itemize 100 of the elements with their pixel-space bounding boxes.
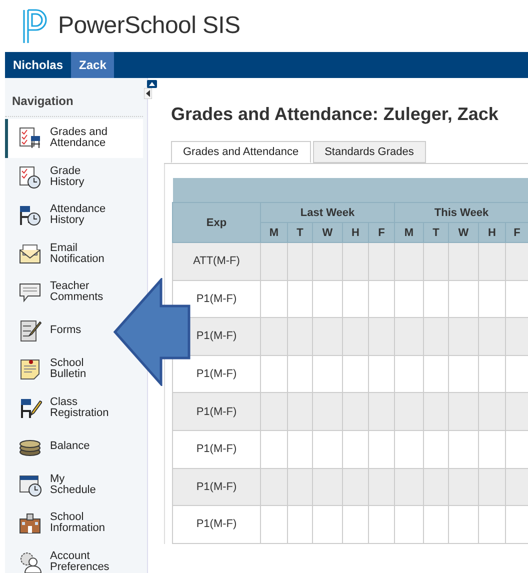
nav-item[interactable]: Class Registration (5, 388, 113, 427)
student-tab[interactable]: Nicholas (5, 52, 72, 78)
table-cell (478, 430, 506, 468)
nav-item[interactable]: School Bulletin (5, 350, 113, 388)
table-cell (260, 506, 288, 544)
column-header: M (260, 222, 288, 242)
table-cell (288, 468, 312, 506)
table-cell (260, 392, 288, 430)
column-header: This Week (394, 202, 528, 222)
column-header: H (342, 222, 368, 242)
table-cell (288, 392, 312, 430)
table-cell (368, 318, 394, 356)
table-cell: P1(M-F) (172, 506, 260, 544)
brand-name: PowerSchool SIS (58, 12, 240, 40)
table-cell (342, 242, 368, 280)
table-cell (342, 392, 368, 430)
table-cell (342, 430, 368, 468)
column-header: Last Week (260, 202, 394, 222)
logo-icon (22, 8, 50, 44)
table-cell: P1(M-F) (172, 468, 260, 506)
checklist-clock-icon (18, 164, 42, 189)
column-header: T (288, 222, 312, 242)
table-cell (312, 318, 342, 356)
nav-item[interactable]: Attendance History (5, 196, 113, 234)
tab[interactable]: Grades and Attendance (171, 141, 311, 163)
table-cell (342, 318, 368, 356)
table-cell: P1(M-F) (172, 392, 260, 430)
table-cell (506, 392, 528, 430)
left-arrow-icon (113, 278, 191, 386)
form-pencil-icon (18, 318, 42, 343)
table-cell: ATT(M-F) (172, 242, 260, 280)
table-cell (448, 242, 478, 280)
table-cell (478, 468, 506, 506)
column-header: F (506, 222, 528, 242)
nav-item[interactable]: Grade History (5, 158, 113, 196)
table-cell (424, 242, 448, 280)
table-cell (394, 242, 424, 280)
column-header: M (394, 222, 424, 242)
table-cell (424, 468, 448, 506)
nav-item[interactable]: Grades and Attendance (5, 119, 143, 158)
table-cell (394, 430, 424, 468)
nav-item[interactable]: Account Preferences (5, 542, 113, 573)
tab[interactable]: Standards Grades (312, 141, 426, 163)
navigation-heading: Navigation (5, 78, 143, 117)
envelope-icon (18, 242, 42, 266)
table-cell (312, 506, 342, 544)
nav-item[interactable]: Balance (5, 427, 113, 466)
nav-item[interactable]: School Information (5, 504, 113, 542)
table-cell (394, 318, 424, 356)
table-cell (260, 242, 288, 280)
column-header: H (478, 222, 506, 242)
student-tab[interactable]: Zack (71, 52, 114, 78)
table-cell (368, 242, 394, 280)
table-cell (478, 506, 506, 544)
table-cell (368, 392, 394, 430)
nav-item[interactable]: Teacher Comments (5, 273, 113, 312)
table-cell (394, 392, 424, 430)
table-cell (260, 430, 288, 468)
page-title: Grades and Attendance: Zuleger, Zack (171, 104, 500, 125)
table-cell (478, 392, 506, 430)
table-cell (260, 318, 288, 356)
column-header: T (424, 222, 448, 242)
column-header: F (368, 222, 394, 242)
nav-item[interactable]: Forms (5, 312, 113, 350)
collapse-up-icon[interactable] (147, 80, 157, 88)
table-cell (260, 468, 288, 506)
table-cell (506, 242, 528, 280)
table-cell (448, 318, 478, 356)
table-cell (394, 468, 424, 506)
table-cell (312, 468, 342, 506)
table-cell (288, 318, 312, 356)
table-cell (288, 242, 312, 280)
table-cell (368, 430, 394, 468)
checklist-chair-icon (18, 126, 42, 150)
table-cell (394, 506, 424, 544)
table-cell (448, 506, 478, 544)
nav-item[interactable]: My Schedule (5, 466, 113, 504)
calendar-clock-icon (18, 472, 42, 497)
table-cell (312, 430, 342, 468)
table-cell (312, 392, 342, 430)
table-cell (342, 506, 368, 544)
table-cell (368, 468, 394, 506)
table-cell (478, 242, 506, 280)
column-header: Exp (172, 202, 260, 242)
collapse-left-icon[interactable] (144, 88, 152, 99)
table-cell: P1(M-F) (172, 430, 260, 468)
chair-clock-icon (18, 203, 42, 228)
table-cell (448, 468, 478, 506)
table-cell (448, 392, 478, 430)
table-cell (424, 318, 448, 356)
school-building-icon (18, 511, 42, 536)
table-cell (424, 430, 448, 468)
nav-item[interactable]: Email Notification (5, 234, 113, 273)
table-cell (506, 318, 528, 356)
table-cell (342, 468, 368, 506)
column-header: W (312, 222, 342, 242)
note-pin-icon (18, 357, 42, 382)
table-cell (506, 468, 528, 506)
table-cell (312, 242, 342, 280)
table-cell (478, 318, 506, 356)
